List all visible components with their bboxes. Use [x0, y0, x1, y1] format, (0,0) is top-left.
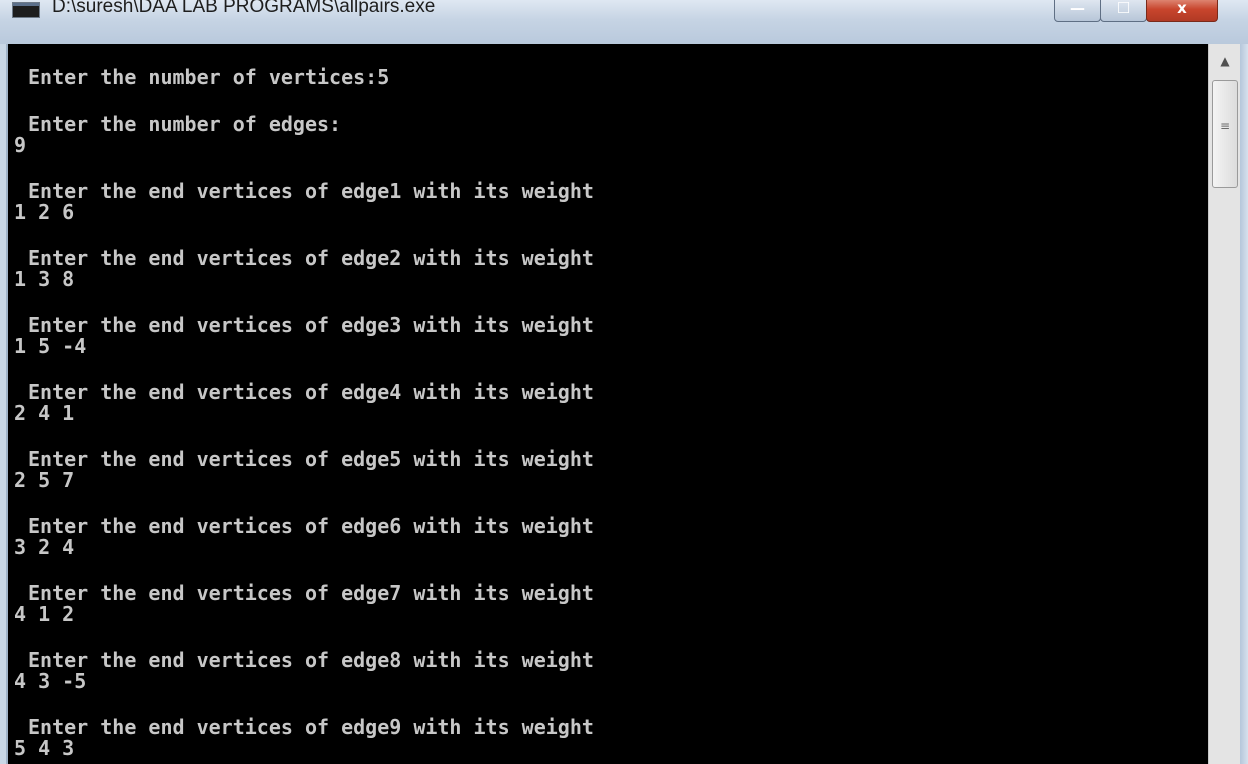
console-line-edge8-prompt: Enter the end vertices of edge8 with its…	[28, 648, 594, 672]
console-app-icon[interactable]	[12, 2, 40, 18]
console-line-edge4-input: 2 4 1	[14, 401, 75, 425]
console-line-edge3-input: 1 5 -4	[14, 334, 87, 358]
minimize-button[interactable]: —	[1054, 0, 1101, 22]
close-button[interactable]: x	[1146, 0, 1218, 22]
console-line-vertices-prompt: Enter the number of vertices:5	[28, 65, 390, 89]
window-title: D:\suresh\DAA LAB PROGRAMS\allpairs.exe	[52, 0, 436, 17]
window-controls: — ☐ x	[1054, 0, 1218, 22]
console-line-edge8-input: 4 3 -5	[14, 669, 87, 693]
console-line-edge2-input: 1 3 8	[14, 267, 75, 291]
console-line-edge5-input: 2 5 7	[14, 468, 75, 492]
vertical-scrollbar[interactable]: ▲ ≡	[1208, 44, 1241, 764]
console-line-edge1-input: 1 2 6	[14, 200, 75, 224]
console-line-edge2-prompt: Enter the end vertices of edge2 with its…	[28, 246, 594, 270]
console-line-edge6-input: 3 2 4	[14, 535, 75, 559]
console-line-edge4-prompt: Enter the end vertices of edge4 with its…	[28, 380, 594, 404]
console-line-edge6-prompt: Enter the end vertices of edge6 with its…	[28, 514, 594, 538]
console-output[interactable]: Enter the number of vertices:5 Enter the…	[6, 44, 1208, 764]
minimize-icon: —	[1070, 0, 1085, 17]
console-line-edge1-prompt: Enter the end vertices of edge1 with its…	[28, 179, 594, 203]
window-frame-right	[1240, 44, 1248, 764]
console-line-edges-input: 9	[14, 133, 27, 157]
scrollbar-thumb[interactable]: ≡	[1212, 80, 1238, 188]
close-icon: x	[1177, 0, 1187, 17]
console-line-edge3-prompt: Enter the end vertices of edge3 with its…	[28, 313, 594, 337]
console-line-edge7-input: 4 1 2	[14, 602, 75, 626]
maximize-icon: ☐	[1116, 0, 1131, 17]
scrollbar-grip-icon: ≡	[1219, 119, 1231, 133]
title-bar[interactable]: D:\suresh\DAA LAB PROGRAMS\allpairs.exe …	[0, 0, 1248, 44]
console-line-edges-prompt: Enter the number of edges:	[28, 112, 342, 136]
console-line-edge9-input: 5 4 3	[14, 736, 75, 760]
console-line-edge7-prompt: Enter the end vertices of edge7 with its…	[28, 581, 594, 605]
console-window: D:\suresh\DAA LAB PROGRAMS\allpairs.exe …	[0, 0, 1248, 764]
scroll-up-arrow-icon[interactable]: ▲	[1209, 44, 1241, 78]
console-line-edge9-prompt: Enter the end vertices of edge9 with its…	[28, 715, 594, 739]
console-line-edge5-prompt: Enter the end vertices of edge5 with its…	[28, 447, 594, 471]
maximize-button[interactable]: ☐	[1100, 0, 1147, 22]
